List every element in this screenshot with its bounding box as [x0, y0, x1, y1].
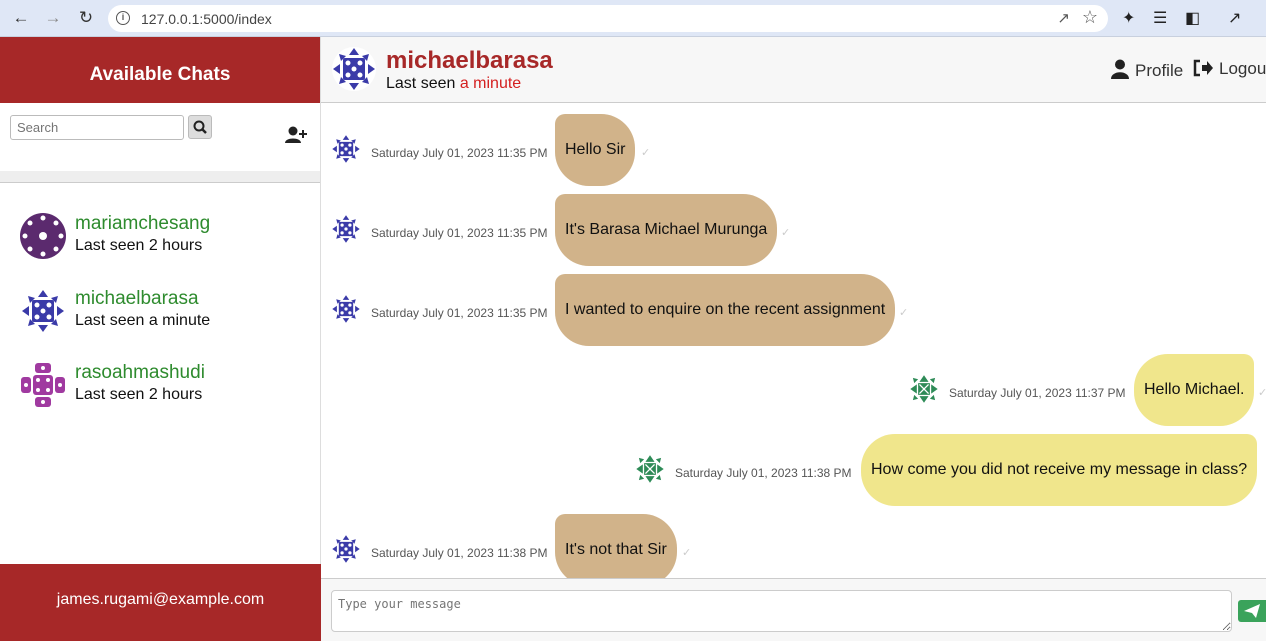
- contact-item[interactable]: rasoahmashudi Last seen 2 hours: [20, 360, 310, 408]
- read-receipt-icon: ✓: [781, 227, 791, 239]
- search-input[interactable]: [10, 115, 184, 140]
- user-icon: [1111, 59, 1129, 79]
- sign-out-icon: [1193, 59, 1213, 77]
- forward-arrow-icon[interactable]: →: [41, 7, 65, 29]
- avatar: [331, 294, 361, 324]
- contact-last-seen: Last seen a minute: [75, 312, 211, 329]
- profile-link[interactable]: Profile: [1111, 59, 1183, 81]
- message-bubble: It's Barasa Michael Murunga: [555, 194, 778, 266]
- read-receipt-icon: ✓: [1258, 387, 1266, 399]
- chat-contact-name: michaelbarasa: [386, 47, 553, 74]
- message-timestamp: Saturday July 01, 2023 11:37 PM: [949, 386, 1126, 400]
- search-area: [0, 103, 320, 171]
- share-page-icon[interactable]: ↗: [1228, 8, 1241, 28]
- sidebar-divider: [0, 171, 320, 183]
- contact-name: rasoahmashudi: [75, 362, 205, 383]
- share-icon[interactable]: ↗: [1057, 9, 1070, 27]
- avatar: [331, 134, 361, 164]
- paper-plane-icon: [1244, 604, 1260, 618]
- message-bubble: Hello Michael.: [1134, 354, 1255, 426]
- message-timestamp: Saturday July 01, 2023 11:38 PM: [371, 546, 548, 560]
- message-bubble: How come you did not receive my message …: [861, 434, 1258, 506]
- add-user-icon[interactable]: [285, 125, 307, 145]
- logout-link[interactable]: Logou: [1193, 59, 1266, 79]
- message-bubble: I wanted to enquire on the recent assign…: [555, 274, 896, 346]
- contact-name: michaelbarasa: [75, 288, 199, 309]
- contact-last-seen: Last seen 2 hours: [75, 386, 203, 403]
- message-timestamp: Saturday July 01, 2023 11:35 PM: [371, 226, 548, 240]
- search-button[interactable]: [188, 115, 212, 139]
- contact-item[interactable]: mariamchesang Last seen 2 hours: [20, 211, 310, 259]
- extensions-puzzle-icon[interactable]: ✦: [1122, 8, 1135, 28]
- read-receipt-icon: ✓: [641, 147, 651, 159]
- url-text: 127.0.0.1:5000/index: [141, 11, 272, 27]
- chat-sidebar: Available Chats mariamchesang Last seen …: [0, 37, 321, 641]
- avatar: [20, 213, 66, 259]
- message-timestamp: Saturday July 01, 2023 11:38 PM: [675, 466, 852, 480]
- message-timestamp: Saturday July 01, 2023 11:35 PM: [371, 306, 548, 320]
- search-icon: [193, 120, 207, 134]
- message-composer: [321, 578, 1266, 641]
- contact-name: mariamchesang: [75, 213, 211, 234]
- avatar: [331, 214, 361, 244]
- last-seen-prefix: Last seen: [386, 75, 460, 92]
- current-user-email: james.rugami@example.com: [0, 564, 321, 641]
- avatar: [20, 288, 66, 334]
- message-input[interactable]: [331, 590, 1232, 632]
- contact-last-seen: Last seen 2 hours: [75, 237, 203, 254]
- bookmark-star-icon[interactable]: ☆: [1082, 7, 1098, 28]
- chat-header: michaelbarasa Last seen a minute Profile…: [321, 37, 1266, 103]
- avatar: [20, 362, 66, 408]
- site-info-icon[interactable]: i: [116, 11, 130, 25]
- message-list: Saturday July 01, 2023 11:35 PM Hello Si…: [321, 104, 1266, 578]
- read-receipt-icon: ✓: [899, 307, 909, 319]
- read-receipt-icon: ✓: [682, 547, 692, 559]
- contact-item[interactable]: michaelbarasa Last seen a minute: [20, 286, 310, 334]
- message-bubble: Hello Sir: [555, 114, 636, 186]
- back-arrow-icon[interactable]: ←: [9, 7, 33, 29]
- media-playlist-icon[interactable]: ☰: [1153, 8, 1167, 28]
- avatar: [635, 454, 665, 484]
- browser-toolbar: ← → ↻ i 127.0.0.1:5000/index ↗ ☆ ✦ ☰ ◧ ↗: [0, 0, 1266, 37]
- message-timestamp: Saturday July 01, 2023 11:35 PM: [371, 146, 548, 160]
- reload-icon[interactable]: ↻: [74, 7, 98, 29]
- send-button[interactable]: [1238, 600, 1266, 622]
- sidebar-title: Available Chats: [0, 37, 320, 103]
- logout-label: Logou: [1219, 59, 1266, 78]
- avatar: [331, 534, 361, 564]
- profile-label: Profile: [1135, 61, 1184, 80]
- message-bubble: It's not that Sir: [555, 514, 677, 578]
- avatar: [909, 374, 939, 404]
- avatar: [331, 46, 377, 92]
- last-seen-time: a minute: [459, 75, 522, 92]
- address-bar[interactable]: i 127.0.0.1:5000/index ↗ ☆: [108, 5, 1108, 32]
- side-panel-icon[interactable]: ◧: [1185, 8, 1200, 28]
- chat-last-seen: Last seen a minute: [386, 75, 521, 93]
